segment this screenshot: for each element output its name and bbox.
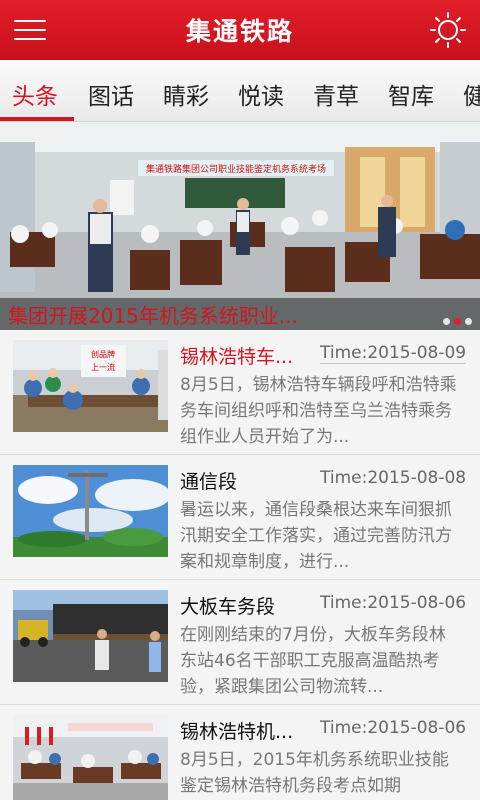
news-summary: 在刚刚结束的7月份，大板车务段林东站46名干部职工克服高温酷热考验，紧跟集团公司… bbox=[180, 625, 446, 697]
tab-zhiku[interactable]: 智库 bbox=[388, 77, 434, 111]
news-thumbnail bbox=[13, 465, 168, 557]
news-list-item[interactable]: 创品牌 上一流 锡林浩特车... Time:2015-08-09 8月5日，锡林… bbox=[0, 330, 480, 455]
news-summary: 8月5日，2015年机务系统职业技能鉴定锡林浩特机务段考点如期 bbox=[180, 750, 449, 796]
app-title: 集通铁路 bbox=[185, 17, 294, 46]
news-list: 创品牌 上一流 锡林浩特车... Time:2015-08-09 8月5日，锡林… bbox=[0, 330, 480, 800]
news-time: Time:2015-08-09 bbox=[320, 343, 467, 364]
sun-settings-icon[interactable] bbox=[428, 10, 468, 50]
banner-title[interactable]: 集团开展2015年机务系统职业... bbox=[8, 300, 298, 329]
thumb-sign-line2: 上一流 bbox=[91, 362, 115, 372]
tab-tuhua[interactable]: 图话 bbox=[88, 77, 134, 111]
tab-yuedu[interactable]: 悦读 bbox=[238, 77, 284, 111]
news-time: Time:2015-08-06 bbox=[320, 718, 467, 738]
news-list-item[interactable]: 锡林浩特机... Time:2015-08-06 8月5日，2015年机务系统职… bbox=[0, 705, 480, 800]
news-list-item[interactable]: 大板车务段 Time:2015-08-06 在刚刚结束的7月份，大板车务段林东站… bbox=[0, 580, 480, 705]
tab-qingcao[interactable]: 青草 bbox=[313, 77, 359, 111]
header-bar: 集通铁路 bbox=[0, 0, 480, 60]
category-tabs: 头条 图话 睛彩 悦读 青草 智库 健 bbox=[0, 60, 480, 122]
tab-jian[interactable]: 健 bbox=[463, 77, 480, 111]
thumb-sign-line1: 创品牌 bbox=[91, 349, 115, 359]
news-title: 大板车务段 bbox=[180, 596, 276, 618]
news-thumbnail bbox=[13, 715, 168, 800]
news-title: 通信段 bbox=[180, 471, 238, 493]
news-title: 锡林浩特车... bbox=[180, 346, 294, 368]
carousel-dots bbox=[439, 310, 472, 329]
news-summary: 暑运以来，通信段桑根达来车间狠抓汛期安全工作落实，通过完善防汛方案和规章制度，进… bbox=[180, 500, 452, 572]
news-summary: 8月5日，锡林浩特车辆段呼和浩特乘务车间组织呼和浩特至乌兰浩特乘务组作业人员开始… bbox=[180, 375, 457, 447]
news-thumbnail: 创品牌 上一流 bbox=[13, 340, 168, 432]
banner-photo-sign: 集通铁路集团公司职业技能鉴定机务系统考场 bbox=[146, 163, 326, 175]
carousel-dot[interactable] bbox=[465, 318, 472, 325]
carousel-dot[interactable] bbox=[443, 318, 450, 325]
banner-carousel[interactable]: 集通铁路集团公司职业技能鉴定机务系统考场 集团开展2015年机务系统职业... bbox=[0, 122, 480, 330]
carousel-dot-active[interactable] bbox=[454, 318, 461, 325]
app-screen: 集通铁路 头条 图话 睛彩 悦读 青草 智库 集通铁路集团公司职业技能鉴定机务系… bbox=[0, 0, 480, 800]
news-time: Time:2015-08-06 bbox=[320, 593, 467, 613]
news-list-item[interactable]: 通信段 Time:2015-08-08 暑运以来，通信段桑根达来车间狠抓汛期安全… bbox=[0, 455, 480, 580]
news-time: Time:2015-08-08 bbox=[320, 468, 467, 488]
tab-toutiao[interactable]: 头条 bbox=[12, 77, 58, 111]
news-title: 锡林浩特机... bbox=[180, 721, 294, 743]
tab-jingcai[interactable]: 睛彩 bbox=[163, 77, 209, 111]
banner-caption: 集团开展2015年机务系统职业... bbox=[0, 298, 480, 330]
news-thumbnail bbox=[13, 590, 168, 682]
active-tab-indicator bbox=[0, 117, 74, 121]
